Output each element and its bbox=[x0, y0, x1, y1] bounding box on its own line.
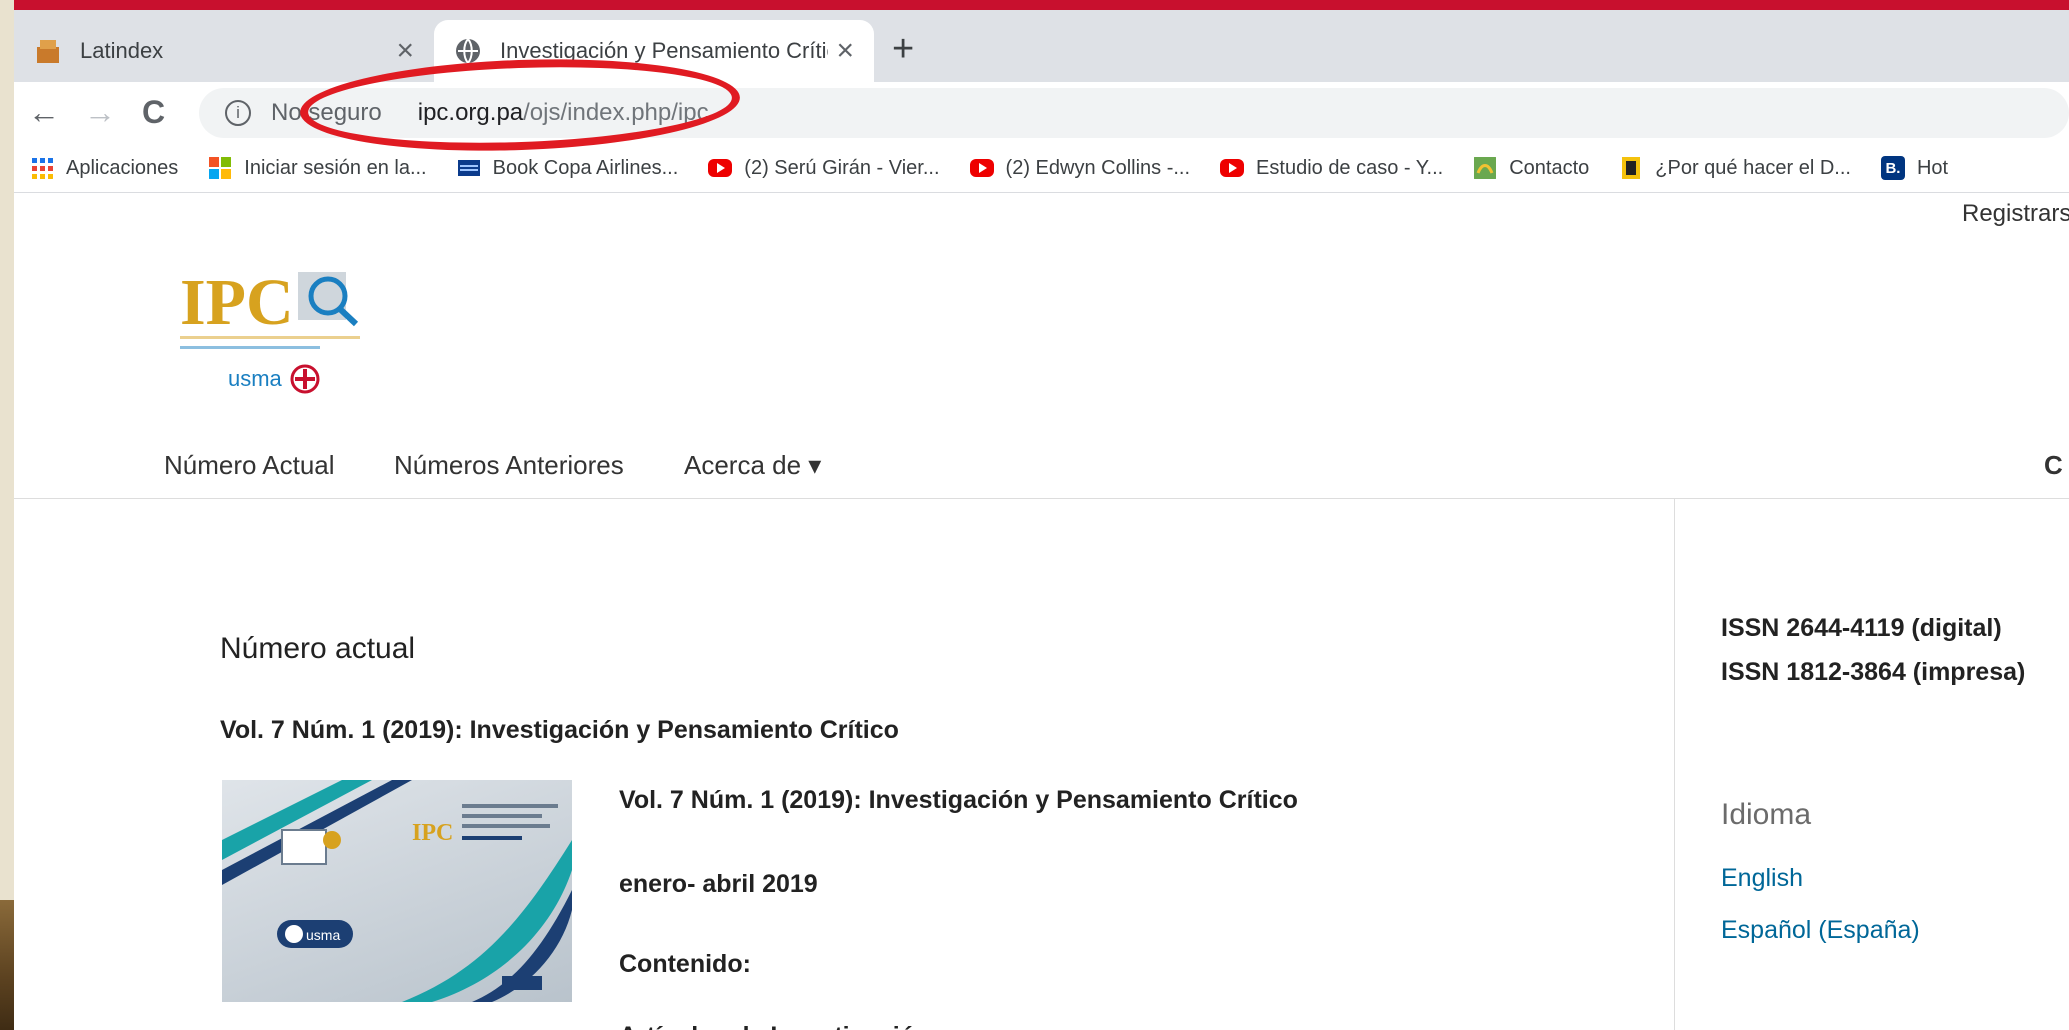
issn-digital: ISSN 2644-4119 (digital) bbox=[1721, 614, 2002, 642]
globe-icon bbox=[456, 38, 480, 64]
bookmark-copa[interactable]: Book Copa Airlines... bbox=[457, 156, 679, 180]
register-link[interactable]: Registrarse bbox=[1962, 200, 2069, 228]
microsoft-icon bbox=[209, 157, 232, 179]
tab-title: Investigación y Pensamiento Crítico bbox=[500, 38, 829, 63]
svg-text:usma: usma bbox=[306, 927, 340, 943]
nav-about-dropdown[interactable]: Acerca de ▾ bbox=[684, 450, 821, 481]
url-text[interactable]: ipc.org.pa/ojs/index.php/ipc bbox=[418, 99, 709, 127]
ipc-logo-icon: IPC usma bbox=[180, 266, 360, 394]
new-tab-button[interactable]: + bbox=[892, 30, 914, 68]
youtube-icon bbox=[969, 159, 994, 177]
svg-text:IPC: IPC bbox=[412, 820, 453, 846]
document-logo-icon bbox=[1622, 157, 1641, 179]
issue-description-title: Vol. 7 Núm. 1 (2019): Investigación y Pe… bbox=[619, 786, 1298, 814]
cover-art-icon: usma IPC bbox=[222, 780, 572, 1002]
browser-window: Latindex × Investigación y Pensamiento C… bbox=[14, 0, 2069, 1030]
svg-text:usma: usma bbox=[228, 366, 283, 391]
bookmark-contacto[interactable]: Contacto bbox=[1473, 156, 1589, 180]
bookmark-booking[interactable]: B. Hot bbox=[1880, 156, 1949, 180]
bookmark-label: Contacto bbox=[1509, 156, 1590, 179]
issue-date: enero- abril 2019 bbox=[619, 870, 818, 898]
bookmark-label: Book Copa Airlines... bbox=[492, 156, 679, 179]
forward-button[interactable]: → bbox=[84, 90, 116, 134]
address-toolbar: ← → C i No seguro ipc.org.pa/ojs/index.p… bbox=[14, 82, 2069, 144]
tab-ipc[interactable]: Investigación y Pensamiento Crítico × bbox=[434, 20, 874, 82]
bookmark-apps[interactable]: Aplicaciones bbox=[30, 156, 178, 180]
close-tab-icon[interactable]: × bbox=[396, 34, 414, 68]
nav-current-issue[interactable]: Número Actual bbox=[164, 450, 335, 481]
security-label: No seguro bbox=[271, 99, 382, 126]
nav-archive[interactable]: Números Anteriores bbox=[394, 450, 624, 481]
bookmark-label: (2) Serú Girán - Vier... bbox=[744, 156, 940, 179]
close-tab-icon[interactable]: × bbox=[836, 34, 854, 68]
bookmark-label: ¿Por qué hacer el D... bbox=[1655, 156, 1851, 179]
journal-logo[interactable]: IPC usma bbox=[180, 264, 380, 404]
bookmark-microsoft-login[interactable]: Iniciar sesión en la... bbox=[208, 156, 427, 180]
contents-label: Contenido: bbox=[619, 950, 751, 978]
latindex-favicon-icon bbox=[37, 40, 59, 63]
bookmark-doctorado[interactable]: ¿Por qué hacer el D... bbox=[1619, 156, 1851, 180]
tab-latindex[interactable]: Latindex × bbox=[14, 20, 434, 82]
apps-grid-icon bbox=[32, 158, 53, 179]
bookmark-label: Estudio de caso - Y... bbox=[1256, 156, 1444, 179]
language-english-link[interactable]: English bbox=[1721, 864, 1803, 893]
bookmark-youtube-2[interactable]: (2) Edwyn Collins -... bbox=[969, 156, 1191, 180]
nav-search[interactable]: C bbox=[2044, 450, 2063, 481]
section-research-articles: Artículos de Investigación bbox=[619, 1022, 930, 1030]
youtube-icon bbox=[708, 159, 733, 177]
language-spanish-link[interactable]: Español (España) bbox=[1721, 916, 1920, 945]
bookmark-label: Hot bbox=[1916, 156, 1949, 179]
url-host: ipc.org.pa bbox=[417, 99, 524, 126]
contact-logo-icon bbox=[1474, 157, 1497, 179]
nav-divider bbox=[14, 498, 2069, 499]
issue-title-link[interactable]: Vol. 7 Núm. 1 (2019): Investigación y Pe… bbox=[220, 716, 899, 745]
copa-airlines-icon bbox=[457, 160, 480, 176]
issn-print: ISSN 1812-3864 (impresa) bbox=[1721, 658, 2026, 686]
address-bar[interactable]: i No seguro ipc.org.pa/ojs/index.php/ipc bbox=[199, 88, 2069, 138]
sidebar-divider bbox=[1674, 499, 1675, 1030]
bookmark-label: Iniciar sesión en la... bbox=[244, 156, 427, 179]
bookmark-youtube-3[interactable]: Estudio de caso - Y... bbox=[1220, 157, 1443, 180]
booking-icon: B. bbox=[1880, 156, 1905, 180]
back-button[interactable]: ← bbox=[28, 90, 60, 134]
bookmark-youtube-1[interactable]: (2) Serú Girán - Vier... bbox=[708, 156, 940, 180]
url-path: /ojs/index.php/ipc bbox=[523, 99, 709, 126]
youtube-icon bbox=[1220, 159, 1245, 177]
bookmark-label: (2) Edwyn Collins -... bbox=[1005, 156, 1191, 179]
info-icon[interactable]: i bbox=[225, 100, 251, 126]
reload-button[interactable]: C bbox=[142, 90, 165, 134]
tab-title: Latindex bbox=[80, 38, 164, 63]
svg-text:IPC: IPC bbox=[180, 266, 294, 339]
issue-cover-image[interactable]: usma IPC bbox=[222, 780, 572, 1002]
tab-bar: Latindex × Investigación y Pensamiento C… bbox=[14, 10, 2069, 82]
bookmarks-bar: Aplicaciones Iniciar sesión en la... Boo… bbox=[14, 144, 2069, 193]
current-issue-heading: Número actual bbox=[220, 632, 416, 665]
language-heading: Idioma bbox=[1721, 798, 1812, 831]
bookmark-label: Aplicaciones bbox=[66, 156, 179, 179]
